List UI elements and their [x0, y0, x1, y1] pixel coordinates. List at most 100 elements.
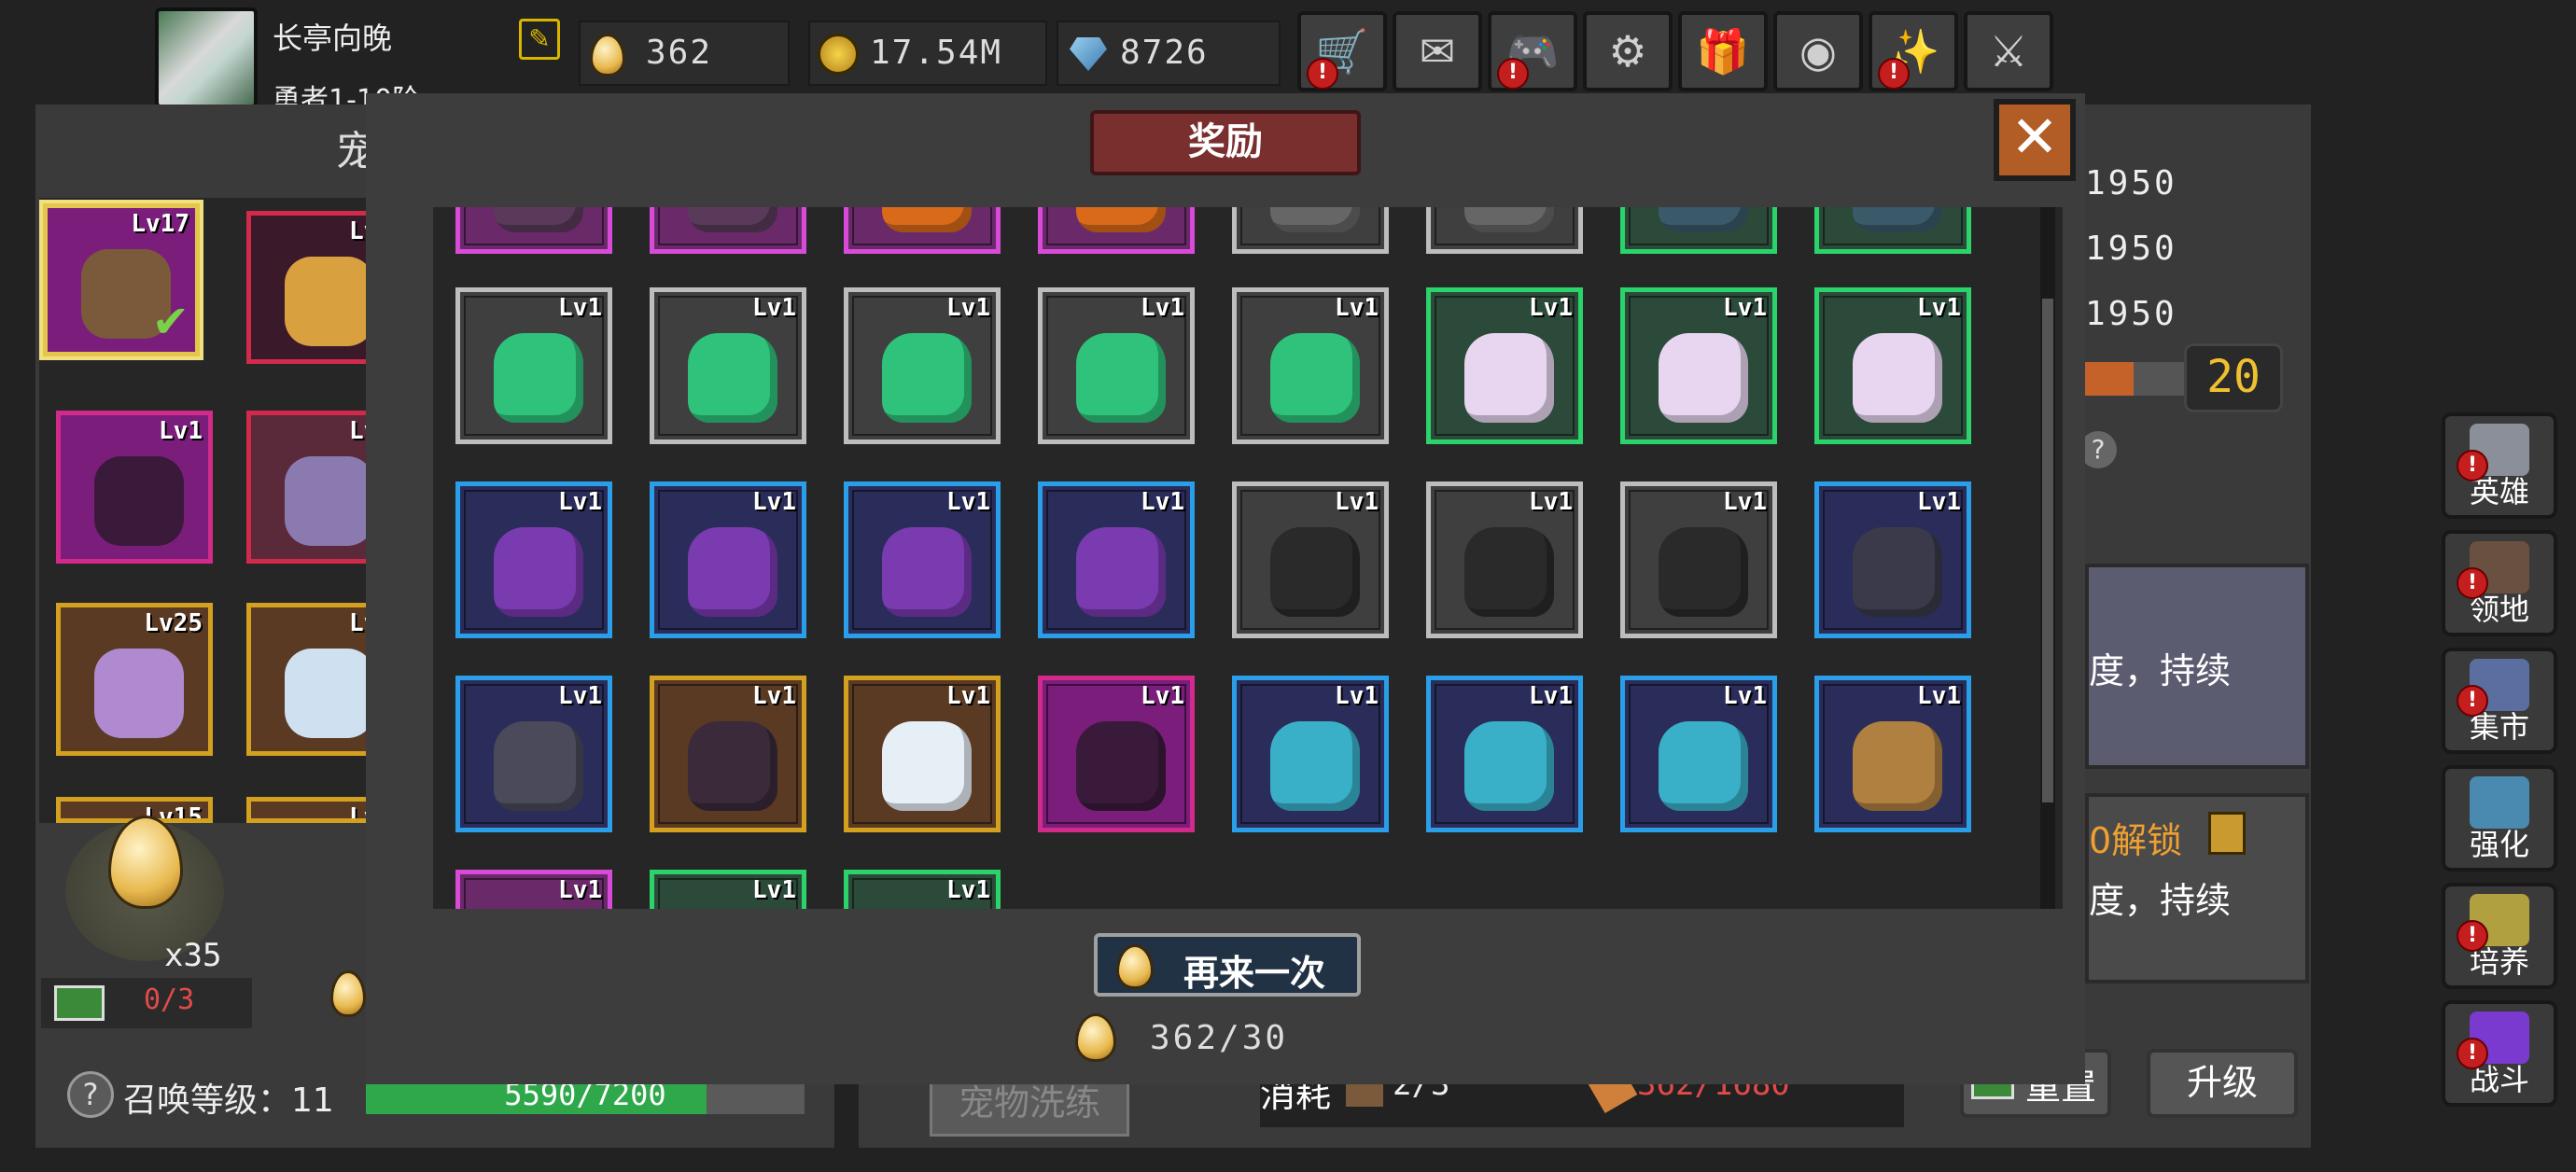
reward-card[interactable]: Lv1 — [650, 481, 806, 638]
reward-card[interactable]: Lv1 — [1232, 207, 1389, 254]
reward-card[interactable]: Lv1 — [1620, 287, 1777, 444]
reward-scrollbar-thumb[interactable] — [2042, 299, 2053, 802]
alert-badge: ! — [1878, 58, 1910, 90]
pet-sprite — [1659, 527, 1748, 617]
reward-card[interactable]: Lv1 — [1814, 287, 1971, 444]
side-menu-item[interactable]: 培养! — [2442, 883, 2557, 989]
gamepad-button[interactable]: 🎮! — [1488, 11, 1577, 91]
reward-card[interactable]: Lv1 — [1620, 481, 1777, 638]
sparkle-button[interactable]: ✨! — [1869, 11, 1958, 91]
reward-card[interactable]: Lv1 — [844, 676, 1001, 832]
alert-badge: ! — [2457, 450, 2488, 481]
alert-badge: ! — [2457, 920, 2488, 952]
pet-sprite — [1270, 333, 1360, 423]
reward-card[interactable]: Lv1 — [455, 870, 612, 909]
reward-card[interactable]: Lv1 — [1814, 481, 1971, 638]
reward-card[interactable]: Lv1 — [455, 287, 612, 444]
stat-2: 1950 — [2085, 230, 2177, 268]
close-button[interactable]: ✕ — [1994, 99, 2076, 181]
side-menu-item[interactable]: 战斗! — [2442, 1000, 2557, 1107]
reward-level: Lv1 — [752, 488, 796, 516]
pet-card[interactable]: Lv1 — [246, 797, 366, 823]
gold-coin-icon — [818, 34, 859, 75]
pet-card[interactable]: Lv1 — [246, 211, 366, 364]
reward-card[interactable]: Lv1 — [1620, 207, 1777, 254]
pet-list-cards: Lv17✔Lv1Lv1Lv1Lv25Lv1Lv15Lv1 — [0, 0, 366, 823]
upgrade-button[interactable]: 升级 — [2147, 1049, 2298, 1118]
side-menu-item[interactable]: 集市! — [2442, 648, 2557, 754]
detail-help-icon[interactable]: ? — [2079, 431, 2117, 468]
reward-card[interactable]: Lv1 — [1814, 207, 1971, 254]
reward-card[interactable]: Lv1 — [1620, 676, 1777, 832]
pet-sprite — [1270, 207, 1360, 232]
reward-card[interactable]: Lv1 — [1232, 676, 1389, 832]
reward-card[interactable]: Lv1 — [844, 870, 1001, 909]
reward-card[interactable]: Lv1 — [1426, 207, 1583, 254]
reward-level: Lv1 — [946, 488, 990, 516]
reward-card[interactable]: Lv1 — [650, 207, 806, 254]
eggs-resource: 362 — [579, 21, 790, 86]
reward-card[interactable]: Lv1 — [1232, 481, 1389, 638]
reward-card[interactable]: Lv1 — [1426, 676, 1583, 832]
pet-card[interactable]: Lv1 — [246, 603, 366, 756]
help-icon[interactable]: ? — [67, 1071, 114, 1118]
eggs-value: 362 — [646, 34, 713, 72]
reward-level: Lv1 — [946, 682, 990, 710]
alert-badge: ! — [2457, 1038, 2488, 1069]
reward-card[interactable]: Lv1 — [1426, 287, 1583, 444]
pet-card[interactable]: Lv25 — [56, 603, 213, 756]
reward-level: Lv1 — [1723, 488, 1767, 516]
reward-card[interactable]: Lv1 — [455, 676, 612, 832]
video-count: 0/3 — [144, 984, 195, 1016]
gems-value: 8726 — [1120, 34, 1209, 72]
settings-button[interactable]: ⚙ — [1583, 11, 1673, 91]
pet-sprite — [882, 333, 972, 423]
side-menu-item[interactable]: 领地! — [2442, 530, 2557, 636]
summon-again-button[interactable]: 再来一次 — [1094, 933, 1361, 997]
side-menu-item[interactable]: 强化 — [2442, 765, 2557, 872]
pet-card[interactable]: Lv17 ✔ — [43, 203, 200, 356]
gems-resource: 8726 — [1057, 21, 1281, 86]
pet-sprite — [1270, 527, 1360, 617]
pet-sprite — [882, 527, 972, 617]
edit-name-icon[interactable]: ✎ — [519, 19, 560, 60]
reward-level: Lv1 — [1723, 294, 1767, 322]
reward-grid: Lv1 Lv1 Lv1 Lv1 Lv1 Lv1 Lv1 Lv1 Lv1 Lv1 Lv1 Lv1 Lv1 L… — [433, 207, 2063, 909]
reward-card[interactable]: Lv1 — [1038, 287, 1195, 444]
reward-card[interactable]: Lv1 — [844, 481, 1001, 638]
pet-sprite — [688, 207, 777, 232]
reward-card[interactable]: Lv1 — [1038, 481, 1195, 638]
reward-card[interactable]: Lv1 — [1232, 287, 1389, 444]
reward-card[interactable]: Lv1 — [455, 481, 612, 638]
gift-button[interactable]: 🎁 — [1678, 11, 1768, 91]
reward-card[interactable]: Lv1 — [1814, 676, 1971, 832]
mail-button[interactable]: ✉ — [1393, 11, 1482, 91]
pet-level: Lv25 — [144, 609, 203, 637]
gift-icon: 🎁 — [1696, 26, 1750, 77]
reward-card[interactable]: Lv1 — [650, 287, 806, 444]
pet-sprite — [1076, 721, 1166, 811]
reward-card[interactable]: Lv1 — [844, 207, 1001, 254]
pet-level: Lv17 — [131, 210, 189, 238]
side-menu-item[interactable]: 英雄! — [2442, 412, 2557, 519]
reward-card[interactable]: Lv1 — [1038, 676, 1195, 832]
reward-card[interactable]: Lv1 — [650, 870, 806, 909]
reward-level: Lv1 — [558, 682, 602, 710]
pet-sprite — [1464, 527, 1554, 617]
reward-card[interactable]: Lv1 — [650, 676, 806, 832]
reward-card[interactable]: Lv1 — [844, 287, 1001, 444]
reward-card[interactable]: Lv1 — [1038, 207, 1195, 254]
reward-level: Lv1 — [946, 876, 990, 904]
pet-card[interactable]: Lv1 — [246, 411, 366, 564]
summon-egg-icon — [108, 816, 183, 909]
battle-button[interactable]: ⚔ — [1964, 11, 2053, 91]
aperture-button[interactable]: ◉ — [1773, 11, 1863, 91]
reward-card[interactable]: Lv1 — [1426, 481, 1583, 638]
pet-card[interactable]: Lv1 — [56, 411, 213, 564]
video-summon-button[interactable]: 0/3 — [41, 978, 252, 1028]
shop-button[interactable]: 🛒! — [1297, 11, 1387, 91]
pet-sprite — [285, 257, 366, 346]
reward-card[interactable]: Lv1 — [455, 207, 612, 254]
reward-level: Lv1 — [1335, 294, 1379, 322]
reward-level: Lv1 — [1917, 682, 1961, 710]
